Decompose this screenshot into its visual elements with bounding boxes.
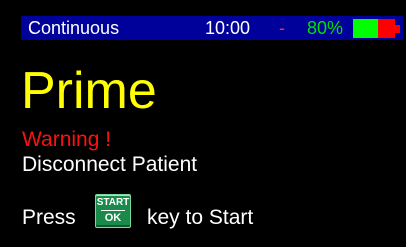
battery-percent: 80% bbox=[307, 18, 344, 38]
start-ok-key-icon: START OK bbox=[95, 194, 131, 228]
device-screen: Continuous 10:00 - 80% Prime Warning ! D… bbox=[0, 0, 406, 247]
press-prefix-text: Press bbox=[22, 206, 76, 229]
instruction-message: Disconnect Patient bbox=[22, 153, 198, 176]
start-key-top-label: START bbox=[96, 197, 130, 208]
status-bar: Continuous 10:00 - 80% bbox=[0, 0, 406, 42]
start-prompt: Press START OK key to Start bbox=[22, 192, 402, 240]
start-key-divider bbox=[101, 210, 125, 211]
battery-icon bbox=[353, 19, 400, 38]
infusion-mode-label: Continuous bbox=[28, 18, 120, 38]
warning-message: Warning ! bbox=[22, 128, 112, 151]
press-suffix-text: key to Start bbox=[147, 206, 254, 229]
screen-title: Prime bbox=[21, 62, 157, 120]
clock-time: 10:00 bbox=[205, 18, 251, 38]
battery-empty bbox=[378, 19, 395, 38]
start-key-bottom-label: OK bbox=[104, 212, 122, 224]
status-separator: - bbox=[279, 18, 285, 38]
battery-fill bbox=[353, 19, 378, 38]
battery-tip bbox=[395, 25, 400, 33]
